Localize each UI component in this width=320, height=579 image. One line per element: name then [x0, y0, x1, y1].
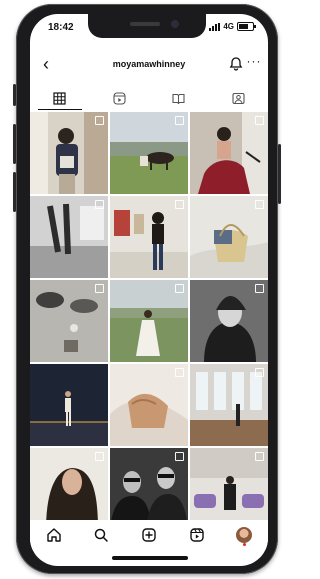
silent-switch — [13, 84, 16, 106]
posts-grid — [30, 112, 268, 530]
post-thumbnail[interactable] — [30, 280, 108, 362]
nav-new-post[interactable] — [138, 524, 160, 546]
post-thumbnail[interactable] — [30, 448, 108, 530]
nav-home[interactable] — [43, 524, 65, 546]
notification-dot — [243, 543, 247, 546]
profile-avatar — [236, 527, 253, 543]
post-thumbnail[interactable] — [190, 196, 268, 278]
multiple-posts-icon — [175, 452, 184, 461]
post-thumbnail[interactable] — [190, 448, 268, 530]
nav-search[interactable] — [90, 524, 112, 546]
post-thumbnail[interactable] — [110, 280, 188, 362]
profile-header: ‹ moyamawhinney ··· — [30, 54, 268, 78]
tab-posts-grid[interactable] — [30, 86, 90, 110]
multiple-posts-icon — [175, 368, 184, 377]
network-label: 4G — [223, 22, 234, 31]
search-icon — [95, 528, 109, 542]
bottom-navigation — [30, 520, 268, 550]
multiple-posts-icon — [175, 116, 184, 125]
tab-tagged[interactable] — [209, 86, 269, 110]
post-thumbnail[interactable] — [30, 112, 108, 194]
battery-icon — [237, 22, 256, 31]
notifications-bell-icon[interactable] — [228, 56, 244, 72]
front-camera — [171, 20, 179, 28]
post-thumbnail[interactable] — [30, 364, 108, 446]
profile-tabs — [30, 86, 268, 110]
multiple-posts-icon — [255, 368, 264, 377]
post-thumbnail[interactable] — [110, 448, 188, 530]
guides-icon — [172, 93, 185, 104]
multiple-posts-icon — [95, 452, 104, 461]
tab-guides[interactable] — [149, 86, 209, 110]
post-thumbnail[interactable] — [110, 364, 188, 446]
post-thumbnail[interactable] — [30, 196, 108, 278]
multiple-posts-icon — [255, 200, 264, 209]
notch — [88, 14, 206, 38]
volume-down-button — [13, 172, 16, 212]
multiple-posts-icon — [255, 116, 264, 125]
multiple-posts-icon — [95, 116, 104, 125]
multiple-posts-icon — [175, 200, 184, 209]
more-options-icon[interactable]: ··· — [246, 54, 262, 72]
multiple-posts-icon — [95, 284, 104, 293]
status-time: 18:42 — [48, 22, 74, 33]
tab-reels[interactable] — [90, 86, 150, 110]
speaker-grille — [130, 22, 160, 26]
phone-screen: 18:42 4G ‹ moyamawhinney ··· — [30, 14, 268, 566]
reels-icon — [113, 91, 126, 105]
power-button — [278, 144, 281, 204]
volume-up-button — [13, 124, 16, 164]
reels-icon — [189, 528, 204, 542]
signal-icon — [209, 22, 221, 31]
post-thumbnail[interactable] — [110, 196, 188, 278]
multiple-posts-icon — [175, 284, 184, 293]
nav-reels[interactable] — [186, 524, 208, 546]
grid-icon — [53, 91, 66, 105]
new-post-icon — [142, 528, 156, 542]
home-icon — [47, 528, 61, 542]
multiple-posts-icon — [255, 284, 264, 293]
tagged-icon — [232, 92, 245, 104]
post-thumbnail[interactable] — [110, 112, 188, 194]
multiple-posts-icon — [95, 200, 104, 209]
photo-night-beach — [30, 364, 108, 446]
post-thumbnail[interactable] — [190, 280, 268, 362]
post-thumbnail[interactable] — [190, 112, 268, 194]
nav-profile[interactable] — [233, 524, 255, 546]
post-thumbnail[interactable] — [190, 364, 268, 446]
home-indicator — [112, 556, 188, 560]
multiple-posts-icon — [255, 452, 264, 461]
